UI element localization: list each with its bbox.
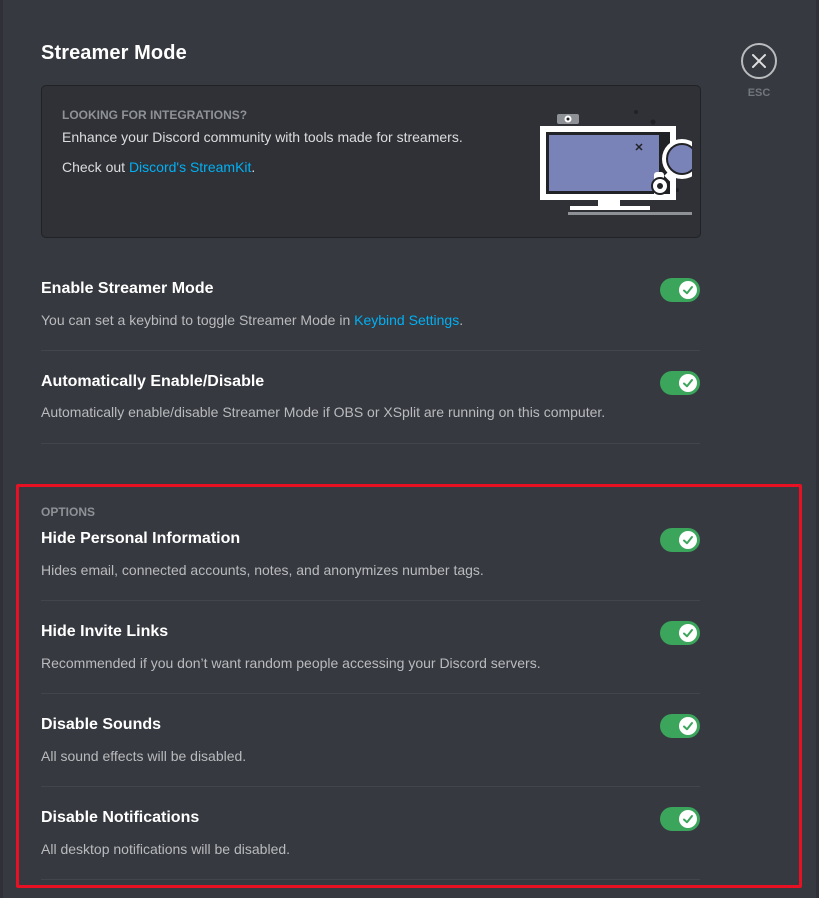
check-icon [683, 629, 693, 638]
integrations-text: Enhance your Discord community with tool… [62, 129, 463, 145]
enable-streamer-mode-title: Enable Streamer Mode [41, 280, 214, 297]
left-edge [0, 0, 3, 898]
desc-prefix: You can set a keybind to toggle Streamer… [41, 312, 355, 328]
check-icon [683, 722, 693, 731]
options-section-label: OPTIONS [41, 505, 96, 519]
hide-invite-links-desc: Recommended if you don’t want random peo… [41, 655, 541, 671]
divider [41, 600, 700, 601]
check-icon [683, 815, 693, 824]
streamer-monitor-illustration [540, 110, 692, 215]
close-icon [752, 54, 766, 68]
disable-notifications-title: Disable Notifications [41, 809, 200, 826]
disable-sounds-toggle[interactable] [660, 714, 700, 738]
auto-enable-toggle[interactable] [660, 371, 700, 395]
settings-page: Streamer Mode ESC LOOKING FOR INTEGRATIO… [0, 0, 819, 898]
hide-personal-info-title: Hide Personal Information [41, 530, 241, 547]
check-icon [683, 379, 693, 388]
enable-streamer-mode-toggle[interactable] [660, 278, 700, 302]
toggle-knob [679, 624, 697, 642]
check-suffix: . [251, 159, 256, 175]
toggle-knob [679, 810, 697, 828]
close-button[interactable] [741, 43, 777, 79]
page-title: Streamer Mode [41, 42, 187, 64]
disable-notifications-desc: All desktop notifications will be disabl… [41, 841, 291, 857]
check-prefix: Check out [62, 159, 129, 175]
desc-suffix: . [459, 312, 464, 328]
hide-invite-links-title: Hide Invite Links [41, 623, 169, 640]
streamkit-link[interactable]: Discord's StreamKit [129, 159, 251, 175]
check-icon [683, 536, 693, 545]
disable-notifications-toggle[interactable] [660, 807, 700, 831]
divider [41, 879, 700, 880]
divider [41, 786, 700, 787]
disable-sounds-desc: All sound effects will be disabled. [41, 748, 247, 764]
keybind-settings-link[interactable]: Keybind Settings [354, 312, 459, 328]
enable-streamer-mode-desc: You can set a keybind to toggle Streamer… [41, 312, 463, 328]
integrations-check-line: Check out Discord's StreamKit. [62, 159, 255, 175]
divider [41, 350, 700, 351]
auto-enable-title: Automatically Enable/Disable [41, 373, 265, 390]
hide-invite-links-toggle[interactable] [660, 621, 700, 645]
hide-personal-info-desc: Hides email, connected accounts, notes, … [41, 562, 484, 578]
toggle-knob [679, 717, 697, 735]
check-icon [683, 286, 693, 295]
auto-enable-desc: Automatically enable/disable Streamer Mo… [41, 404, 606, 420]
hide-personal-info-toggle[interactable] [660, 528, 700, 552]
toggle-knob [679, 281, 697, 299]
esc-label: ESC [747, 87, 771, 99]
integrations-card: LOOKING FOR INTEGRATIONS? Enhance your D… [41, 85, 701, 238]
toggle-knob [679, 531, 697, 549]
divider [41, 693, 700, 694]
integrations-heading: LOOKING FOR INTEGRATIONS? [62, 108, 248, 122]
toggle-knob [679, 374, 697, 392]
disable-sounds-title: Disable Sounds [41, 716, 162, 733]
divider [41, 443, 700, 444]
